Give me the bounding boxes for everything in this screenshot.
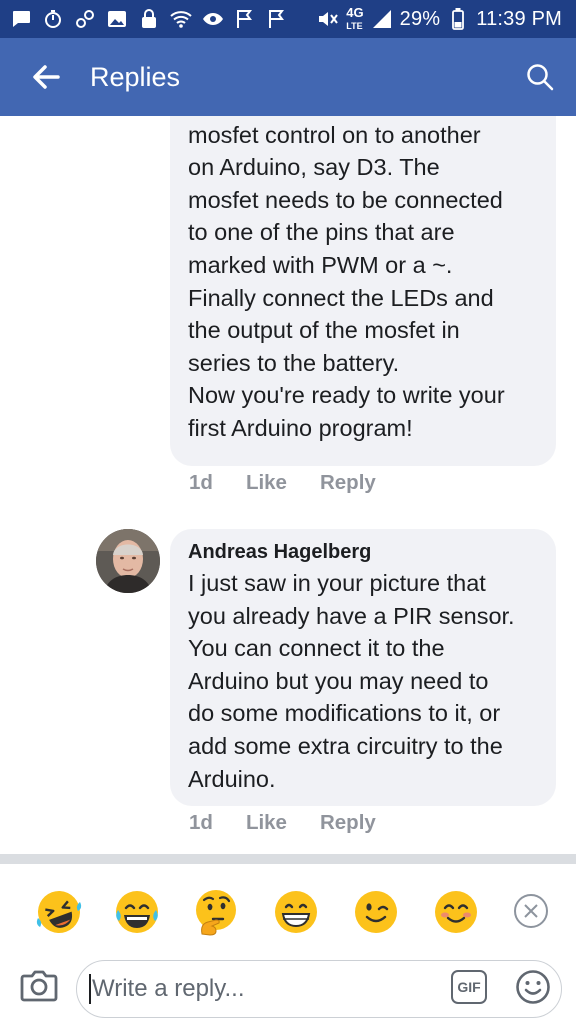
camera-icon[interactable] <box>20 968 58 1004</box>
search-button[interactable] <box>520 57 560 97</box>
flag-icon <box>266 8 288 30</box>
reply-button[interactable]: Reply <box>320 811 376 835</box>
comment-bubble: Arduino, say D2, and the mosfet control … <box>170 116 556 466</box>
reply-input[interactable]: Write a reply... GIF <box>76 960 562 1018</box>
app-bar: Replies <box>0 38 576 116</box>
like-button[interactable]: Like <box>246 471 287 495</box>
mute-icon <box>317 8 339 30</box>
back-button[interactable] <box>26 57 66 97</box>
reply-button[interactable]: Reply <box>320 471 376 495</box>
reply-placeholder: Write a reply... <box>92 975 245 1002</box>
comment-text: Arduino, say D2, and the mosfet control … <box>188 121 505 441</box>
clock: 11:39 PM <box>476 7 562 30</box>
status-bar: 4G LTE 29% 11:39 PM <box>0 0 576 38</box>
flag-icon <box>234 8 256 30</box>
link-icon <box>74 8 96 30</box>
status-system: 4G LTE 29% 11:39 PM <box>317 4 562 32</box>
comment-author[interactable]: Andreas Hagelberg <box>188 539 538 565</box>
network-type: 4G LTE <box>346 4 364 32</box>
rolling-laughing-emoji-icon[interactable] <box>35 888 83 936</box>
comment-actions: 1d Like Reply <box>189 471 376 495</box>
text-caret <box>89 974 91 1004</box>
avatar[interactable] <box>96 529 160 593</box>
grinning-emoji-icon[interactable] <box>272 888 320 936</box>
gif-button[interactable]: GIF <box>451 970 487 1004</box>
battery-icon <box>447 8 469 30</box>
image-icon <box>106 8 128 30</box>
network-label: 4G <box>346 4 364 20</box>
person-photo-icon <box>96 529 160 593</box>
timer-icon <box>42 8 64 30</box>
winking-emoji-icon[interactable] <box>352 888 400 936</box>
page-title: Replies <box>90 61 181 92</box>
emoji-suggestions <box>0 864 576 960</box>
comment-bubble: Andreas Hagelberg I just saw in your pic… <box>170 529 556 806</box>
comment-time: 1d <box>189 811 213 834</box>
emoji-picker-icon[interactable] <box>515 969 551 1005</box>
arrow-left-icon <box>33 65 60 89</box>
divider <box>0 854 576 864</box>
reply-composer: Write a reply... GIF <box>0 960 576 1024</box>
like-button[interactable]: Like <box>246 811 287 835</box>
search-icon <box>527 64 554 91</box>
close-icon <box>524 904 538 918</box>
message-icon <box>10 8 32 30</box>
tears-of-joy-emoji-icon[interactable] <box>113 888 161 936</box>
wifi-icon <box>170 8 192 30</box>
comment-time: 1d <box>189 471 213 494</box>
smiling-emoji-icon[interactable] <box>432 888 480 936</box>
battery-percent: 29% <box>399 7 441 30</box>
signal-icon <box>371 8 393 30</box>
status-notifications <box>10 8 288 30</box>
eye-icon <box>202 8 224 30</box>
comment-actions: 1d Like Reply <box>189 811 376 835</box>
close-emoji-button[interactable] <box>514 894 548 928</box>
network-sub-label: LTE <box>346 20 363 31</box>
lock-icon <box>138 8 160 30</box>
replies-thread[interactable]: Arduino, say D2, and the mosfet control … <box>0 116 576 856</box>
comment-text: I just saw in your picture that you alre… <box>188 570 515 792</box>
thinking-emoji-icon[interactable] <box>192 888 240 936</box>
